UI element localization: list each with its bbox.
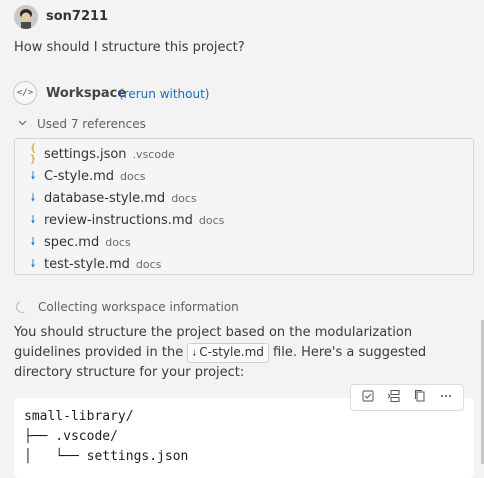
- reference-file-name: review-instructions.md: [44, 212, 193, 228]
- more-actions-icon: [439, 389, 453, 407]
- reference-file-name: spec.md: [44, 234, 100, 250]
- rerun-without-link[interactable]: (rerun without): [119, 87, 210, 101]
- loading-spinner-icon: [14, 299, 30, 315]
- reference-item-test-style[interactable]: 🠗 test-style.md docs: [26, 254, 162, 274]
- references-list: { } settings.json .vscode 🠗 C-style.md d…: [14, 138, 474, 275]
- code-line: │ └── settings.json: [24, 449, 189, 464]
- reference-file-name: settings.json: [44, 146, 127, 162]
- reference-file-dir: docs: [105, 235, 131, 249]
- reference-file-name: database-style.md: [44, 190, 166, 206]
- reference-item-review-instructions[interactable]: 🠗 review-instructions.md docs: [26, 210, 225, 230]
- used-references-label: Used 7 references: [37, 117, 146, 131]
- copy-button[interactable]: [410, 388, 430, 408]
- code-line: ├── .vscode/: [24, 429, 118, 444]
- chevron-down-icon: [18, 119, 32, 129]
- apply-in-editor-button[interactable]: [358, 388, 378, 408]
- file-reference-chip-label: C-style.md: [199, 344, 264, 359]
- reference-file-dir: docs: [135, 257, 162, 271]
- json-file-icon: { }: [29, 143, 37, 165]
- more-actions-button[interactable]: [436, 388, 456, 408]
- markdown-file-icon: 🠗: [30, 190, 36, 204]
- reference-file-dir: docs: [171, 191, 197, 205]
- reference-file-dir: docs: [198, 213, 225, 227]
- markdown-file-icon: 🠗: [192, 348, 197, 359]
- progress-label: Collecting workspace information: [38, 300, 239, 314]
- used-references-toggle[interactable]: Used 7 references: [18, 117, 146, 131]
- reference-file-name: C-style.md: [44, 168, 114, 184]
- reference-file-name: test-style.md: [44, 256, 130, 272]
- markdown-file-icon: 🠗: [30, 234, 36, 248]
- username: son7211: [46, 9, 109, 24]
- assistant-answer: You should structure the project based o…: [14, 323, 466, 382]
- insert-at-cursor-button[interactable]: [384, 388, 404, 408]
- code-line: small-library/: [24, 409, 134, 424]
- markdown-file-icon: 🠗: [30, 256, 36, 270]
- reference-file-dir: .vscode: [132, 147, 175, 161]
- copy-icon: [413, 389, 427, 407]
- markdown-file-icon: 🠗: [30, 168, 36, 182]
- apply-in-editor-icon: [361, 389, 375, 407]
- file-reference-chip[interactable]: 🠗 C-style.md: [187, 342, 269, 363]
- insert-at-cursor-icon: [387, 389, 401, 407]
- reference-item-database-style[interactable]: 🠗 database-style.md docs: [26, 188, 197, 208]
- reference-item-c-style[interactable]: 🠗 C-style.md docs: [26, 166, 146, 186]
- progress-status: Collecting workspace information: [14, 299, 239, 315]
- reference-file-dir: docs: [120, 169, 146, 183]
- workspace-code-icon: </>: [13, 81, 37, 105]
- user-question: How should I structure this project?: [14, 40, 245, 55]
- workspace-title: Workspace: [46, 86, 127, 101]
- reference-item-settings-json[interactable]: { } settings.json .vscode: [26, 143, 175, 165]
- user-avatar: [14, 5, 38, 29]
- reference-item-spec[interactable]: 🠗 spec.md docs: [26, 232, 131, 252]
- code-block-toolbar: [350, 384, 464, 411]
- markdown-file-icon: 🠗: [30, 212, 36, 226]
